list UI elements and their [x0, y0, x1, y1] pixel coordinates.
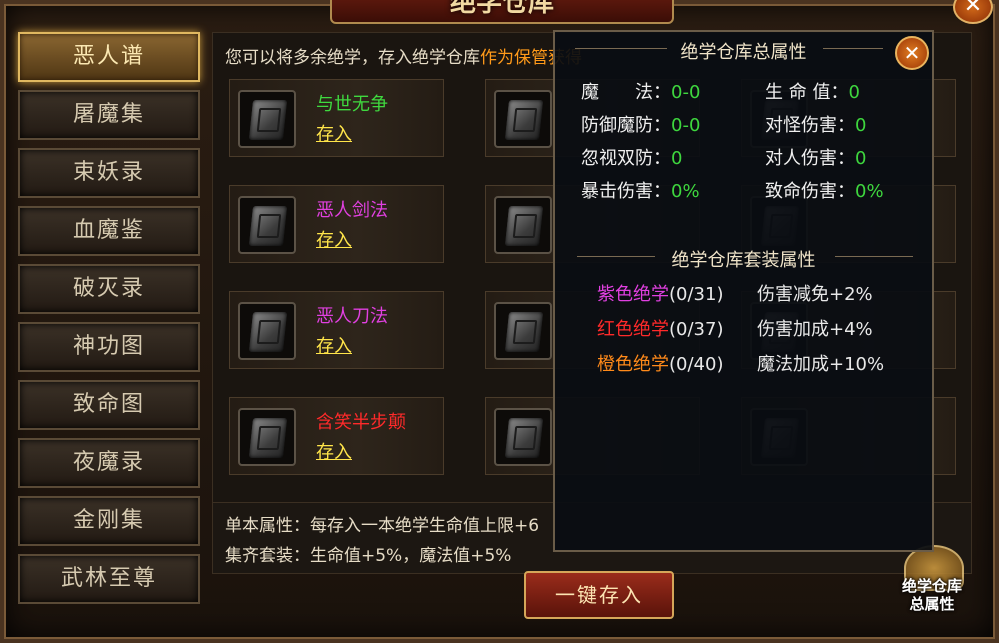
stat-magic: 魔 法：0-0 [581, 82, 701, 103]
one-key-deposit-button[interactable]: 一键存入 [524, 571, 674, 619]
skill-book-icon[interactable] [238, 302, 296, 360]
total-attr-button[interactable]: 绝学仓库 总属性 [882, 545, 982, 619]
skill-name: 与世无争 [316, 94, 388, 115]
sidebar-item-yemo[interactable]: 夜魔录 [18, 438, 200, 488]
stat-ignore-def: 忽视双防：0 [581, 148, 683, 169]
stat-lethal-dmg: 致命伤害：0% [765, 181, 884, 202]
category-sidebar: 恶人谱 屠魔集 束妖录 血魔鉴 破灭录 神功图 致命图 夜魔录 金刚集 武林至尊 [14, 32, 204, 610]
deposit-link[interactable]: 存入 [316, 120, 352, 146]
set-attr-text: 集齐套装：生命值+5%，魔法值+5% [225, 546, 512, 566]
skill-book-icon[interactable] [494, 302, 552, 360]
stat-crit-dmg: 暴击伤害：0% [581, 181, 700, 202]
deposit-link[interactable]: 存入 [316, 226, 352, 252]
info-text: 您可以将多余绝学，存入绝学仓库作为保管获得 [225, 48, 582, 68]
sidebar-item-wulin[interactable]: 武林至尊 [18, 554, 200, 604]
skill-name: 恶人剑法 [316, 200, 388, 221]
sidebar-item-xuemo[interactable]: 血魔鉴 [18, 206, 200, 256]
single-attr-text: 单本属性：每存入一本绝学生命值上限+6 [225, 516, 540, 536]
skill-slot: 恶人剑法 存入 [229, 185, 444, 263]
stat-pvp-dmg: 对人伤害：0 [765, 148, 867, 169]
deposit-link[interactable]: 存入 [316, 332, 352, 358]
skill-book-icon[interactable] [494, 196, 552, 254]
popup-title: 绝学仓库总属性 [680, 42, 807, 63]
skill-slot: 恶人刀法 存入 [229, 291, 444, 369]
sidebar-item-tumo[interactable]: 屠魔集 [18, 90, 200, 140]
total-attr-popup: 绝学仓库总属性 ✕ 魔 法：0-0 生 命 值：0 防御魔防：0-0 对怪伤害：… [553, 30, 934, 552]
skill-name: 恶人刀法 [316, 306, 388, 327]
sidebar-item-shengong[interactable]: 神功图 [18, 322, 200, 372]
window-title: 绝学仓库 [330, 0, 674, 24]
deposit-link[interactable]: 存入 [316, 438, 352, 464]
skill-slot: 与世无争 存入 [229, 79, 444, 157]
sidebar-item-jingang[interactable]: 金刚集 [18, 496, 200, 546]
set-row-orange: 橙色绝学(0/40) 魔法加成+10% [597, 354, 885, 375]
skill-book-icon[interactable] [494, 408, 552, 466]
popup-close-icon[interactable]: ✕ [895, 36, 929, 70]
skill-slot: 含笑半步颠 存入 [229, 397, 444, 475]
skill-book-icon[interactable] [494, 90, 552, 148]
sidebar-item-zhiming[interactable]: 致命图 [18, 380, 200, 430]
skill-book-icon[interactable] [238, 90, 296, 148]
stat-monster-dmg: 对怪伤害：0 [765, 115, 867, 136]
skill-book-icon[interactable] [238, 196, 296, 254]
set-row-purple: 紫色绝学(0/31) 伤害减免+2% [597, 284, 873, 305]
stat-defense: 防御魔防：0-0 [581, 115, 701, 136]
skill-name: 含笑半步颠 [316, 412, 406, 433]
stat-hp: 生 命 值：0 [765, 82, 860, 103]
sidebar-item-eren[interactable]: 恶人谱 [18, 32, 200, 82]
sidebar-item-pomie[interactable]: 破灭录 [18, 264, 200, 314]
sidebar-item-shuyao[interactable]: 束妖录 [18, 148, 200, 198]
skill-book-icon[interactable] [238, 408, 296, 466]
set-row-red: 红色绝学(0/37) 伤害加成+4% [597, 319, 873, 340]
set-attr-title: 绝学仓库套装属性 [671, 250, 816, 271]
